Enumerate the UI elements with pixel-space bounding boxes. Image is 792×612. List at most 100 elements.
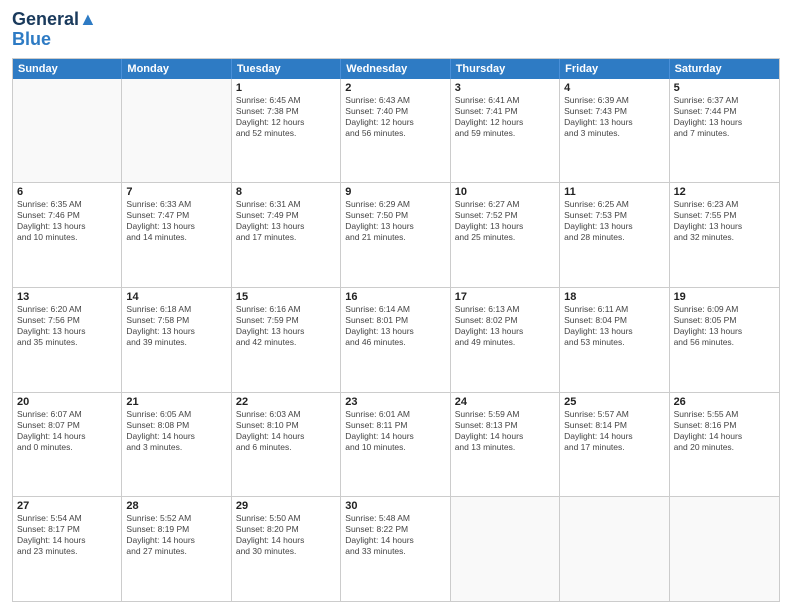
calendar-cell bbox=[670, 497, 779, 601]
calendar: SundayMondayTuesdayWednesdayThursdayFrid… bbox=[12, 58, 780, 602]
day-header-tuesday: Tuesday bbox=[232, 59, 341, 79]
calendar-cell: 14Sunrise: 6:18 AM Sunset: 7:58 PM Dayli… bbox=[122, 288, 231, 392]
cell-day-number: 7 bbox=[126, 186, 226, 198]
cell-info: Sunrise: 6:37 AM Sunset: 7:44 PM Dayligh… bbox=[674, 95, 775, 139]
cell-info: Sunrise: 6:31 AM Sunset: 7:49 PM Dayligh… bbox=[236, 199, 336, 243]
cell-info: Sunrise: 6:09 AM Sunset: 8:05 PM Dayligh… bbox=[674, 304, 775, 348]
calendar-cell: 1Sunrise: 6:45 AM Sunset: 7:38 PM Daylig… bbox=[232, 79, 341, 183]
calendar-cell: 6Sunrise: 6:35 AM Sunset: 7:46 PM Daylig… bbox=[13, 183, 122, 287]
cell-info: Sunrise: 6:27 AM Sunset: 7:52 PM Dayligh… bbox=[455, 199, 555, 243]
calendar-cell bbox=[560, 497, 669, 601]
day-headers-row: SundayMondayTuesdayWednesdayThursdayFrid… bbox=[13, 59, 779, 79]
cell-day-number: 25 bbox=[564, 396, 664, 408]
cell-day-number: 14 bbox=[126, 291, 226, 303]
cell-day-number: 10 bbox=[455, 186, 555, 198]
day-header-saturday: Saturday bbox=[670, 59, 779, 79]
cell-day-number: 13 bbox=[17, 291, 117, 303]
cell-info: Sunrise: 5:48 AM Sunset: 8:22 PM Dayligh… bbox=[345, 513, 445, 557]
cell-day-number: 15 bbox=[236, 291, 336, 303]
cell-info: Sunrise: 6:35 AM Sunset: 7:46 PM Dayligh… bbox=[17, 199, 117, 243]
cell-info: Sunrise: 6:29 AM Sunset: 7:50 PM Dayligh… bbox=[345, 199, 445, 243]
calendar-cell: 13Sunrise: 6:20 AM Sunset: 7:56 PM Dayli… bbox=[13, 288, 122, 392]
cell-day-number: 6 bbox=[17, 186, 117, 198]
calendar-row-4: 27Sunrise: 5:54 AM Sunset: 8:17 PM Dayli… bbox=[13, 497, 779, 601]
cell-day-number: 23 bbox=[345, 396, 445, 408]
cell-day-number: 18 bbox=[564, 291, 664, 303]
cell-info: Sunrise: 5:59 AM Sunset: 8:13 PM Dayligh… bbox=[455, 409, 555, 453]
calendar-cell: 9Sunrise: 6:29 AM Sunset: 7:50 PM Daylig… bbox=[341, 183, 450, 287]
cell-day-number: 2 bbox=[345, 82, 445, 94]
cell-info: Sunrise: 6:03 AM Sunset: 8:10 PM Dayligh… bbox=[236, 409, 336, 453]
calendar-cell: 25Sunrise: 5:57 AM Sunset: 8:14 PM Dayli… bbox=[560, 393, 669, 497]
calendar-cell: 3Sunrise: 6:41 AM Sunset: 7:41 PM Daylig… bbox=[451, 79, 560, 183]
cell-day-number: 1 bbox=[236, 82, 336, 94]
calendar-cell: 18Sunrise: 6:11 AM Sunset: 8:04 PM Dayli… bbox=[560, 288, 669, 392]
calendar-body: 1Sunrise: 6:45 AM Sunset: 7:38 PM Daylig… bbox=[13, 79, 779, 601]
calendar-cell: 11Sunrise: 6:25 AM Sunset: 7:53 PM Dayli… bbox=[560, 183, 669, 287]
cell-day-number: 27 bbox=[17, 500, 117, 512]
cell-info: Sunrise: 6:23 AM Sunset: 7:55 PM Dayligh… bbox=[674, 199, 775, 243]
cell-info: Sunrise: 5:55 AM Sunset: 8:16 PM Dayligh… bbox=[674, 409, 775, 453]
cell-info: Sunrise: 6:16 AM Sunset: 7:59 PM Dayligh… bbox=[236, 304, 336, 348]
cell-day-number: 29 bbox=[236, 500, 336, 512]
calendar-cell: 4Sunrise: 6:39 AM Sunset: 7:43 PM Daylig… bbox=[560, 79, 669, 183]
calendar-cell: 27Sunrise: 5:54 AM Sunset: 8:17 PM Dayli… bbox=[13, 497, 122, 601]
calendar-cell: 7Sunrise: 6:33 AM Sunset: 7:47 PM Daylig… bbox=[122, 183, 231, 287]
logo: General▲ Blue bbox=[12, 10, 97, 50]
day-header-sunday: Sunday bbox=[13, 59, 122, 79]
cell-day-number: 26 bbox=[674, 396, 775, 408]
calendar-row-1: 6Sunrise: 6:35 AM Sunset: 7:46 PM Daylig… bbox=[13, 183, 779, 288]
cell-day-number: 16 bbox=[345, 291, 445, 303]
cell-info: Sunrise: 5:52 AM Sunset: 8:19 PM Dayligh… bbox=[126, 513, 226, 557]
cell-day-number: 5 bbox=[674, 82, 775, 94]
cell-info: Sunrise: 6:33 AM Sunset: 7:47 PM Dayligh… bbox=[126, 199, 226, 243]
day-header-wednesday: Wednesday bbox=[341, 59, 450, 79]
cell-info: Sunrise: 6:25 AM Sunset: 7:53 PM Dayligh… bbox=[564, 199, 664, 243]
calendar-cell: 8Sunrise: 6:31 AM Sunset: 7:49 PM Daylig… bbox=[232, 183, 341, 287]
cell-day-number: 19 bbox=[674, 291, 775, 303]
calendar-cell: 15Sunrise: 6:16 AM Sunset: 7:59 PM Dayli… bbox=[232, 288, 341, 392]
cell-day-number: 11 bbox=[564, 186, 664, 198]
calendar-cell: 20Sunrise: 6:07 AM Sunset: 8:07 PM Dayli… bbox=[13, 393, 122, 497]
cell-day-number: 3 bbox=[455, 82, 555, 94]
calendar-cell: 28Sunrise: 5:52 AM Sunset: 8:19 PM Dayli… bbox=[122, 497, 231, 601]
calendar-cell: 23Sunrise: 6:01 AM Sunset: 8:11 PM Dayli… bbox=[341, 393, 450, 497]
cell-day-number: 17 bbox=[455, 291, 555, 303]
cell-info: Sunrise: 6:11 AM Sunset: 8:04 PM Dayligh… bbox=[564, 304, 664, 348]
cell-info: Sunrise: 5:50 AM Sunset: 8:20 PM Dayligh… bbox=[236, 513, 336, 557]
calendar-row-3: 20Sunrise: 6:07 AM Sunset: 8:07 PM Dayli… bbox=[13, 393, 779, 498]
logo-text: General▲ bbox=[12, 10, 97, 30]
calendar-cell: 5Sunrise: 6:37 AM Sunset: 7:44 PM Daylig… bbox=[670, 79, 779, 183]
calendar-cell: 17Sunrise: 6:13 AM Sunset: 8:02 PM Dayli… bbox=[451, 288, 560, 392]
cell-day-number: 24 bbox=[455, 396, 555, 408]
cell-day-number: 8 bbox=[236, 186, 336, 198]
calendar-cell: 16Sunrise: 6:14 AM Sunset: 8:01 PM Dayli… bbox=[341, 288, 450, 392]
calendar-cell: 19Sunrise: 6:09 AM Sunset: 8:05 PM Dayli… bbox=[670, 288, 779, 392]
calendar-cell: 2Sunrise: 6:43 AM Sunset: 7:40 PM Daylig… bbox=[341, 79, 450, 183]
cell-day-number: 30 bbox=[345, 500, 445, 512]
calendar-cell bbox=[13, 79, 122, 183]
page-header: General▲ Blue bbox=[12, 10, 780, 50]
cell-day-number: 12 bbox=[674, 186, 775, 198]
cell-info: Sunrise: 6:20 AM Sunset: 7:56 PM Dayligh… bbox=[17, 304, 117, 348]
calendar-row-0: 1Sunrise: 6:45 AM Sunset: 7:38 PM Daylig… bbox=[13, 79, 779, 184]
cell-info: Sunrise: 6:39 AM Sunset: 7:43 PM Dayligh… bbox=[564, 95, 664, 139]
cell-day-number: 20 bbox=[17, 396, 117, 408]
logo-text-blue: Blue bbox=[12, 30, 97, 50]
calendar-cell: 30Sunrise: 5:48 AM Sunset: 8:22 PM Dayli… bbox=[341, 497, 450, 601]
cell-info: Sunrise: 6:07 AM Sunset: 8:07 PM Dayligh… bbox=[17, 409, 117, 453]
calendar-cell: 12Sunrise: 6:23 AM Sunset: 7:55 PM Dayli… bbox=[670, 183, 779, 287]
cell-info: Sunrise: 5:57 AM Sunset: 8:14 PM Dayligh… bbox=[564, 409, 664, 453]
cell-info: Sunrise: 6:05 AM Sunset: 8:08 PM Dayligh… bbox=[126, 409, 226, 453]
calendar-cell: 26Sunrise: 5:55 AM Sunset: 8:16 PM Dayli… bbox=[670, 393, 779, 497]
cell-info: Sunrise: 5:54 AM Sunset: 8:17 PM Dayligh… bbox=[17, 513, 117, 557]
calendar-cell bbox=[122, 79, 231, 183]
day-header-monday: Monday bbox=[122, 59, 231, 79]
cell-day-number: 4 bbox=[564, 82, 664, 94]
cell-info: Sunrise: 6:18 AM Sunset: 7:58 PM Dayligh… bbox=[126, 304, 226, 348]
calendar-cell: 10Sunrise: 6:27 AM Sunset: 7:52 PM Dayli… bbox=[451, 183, 560, 287]
calendar-row-2: 13Sunrise: 6:20 AM Sunset: 7:56 PM Dayli… bbox=[13, 288, 779, 393]
calendar-cell: 22Sunrise: 6:03 AM Sunset: 8:10 PM Dayli… bbox=[232, 393, 341, 497]
cell-info: Sunrise: 6:45 AM Sunset: 7:38 PM Dayligh… bbox=[236, 95, 336, 139]
cell-info: Sunrise: 6:41 AM Sunset: 7:41 PM Dayligh… bbox=[455, 95, 555, 139]
